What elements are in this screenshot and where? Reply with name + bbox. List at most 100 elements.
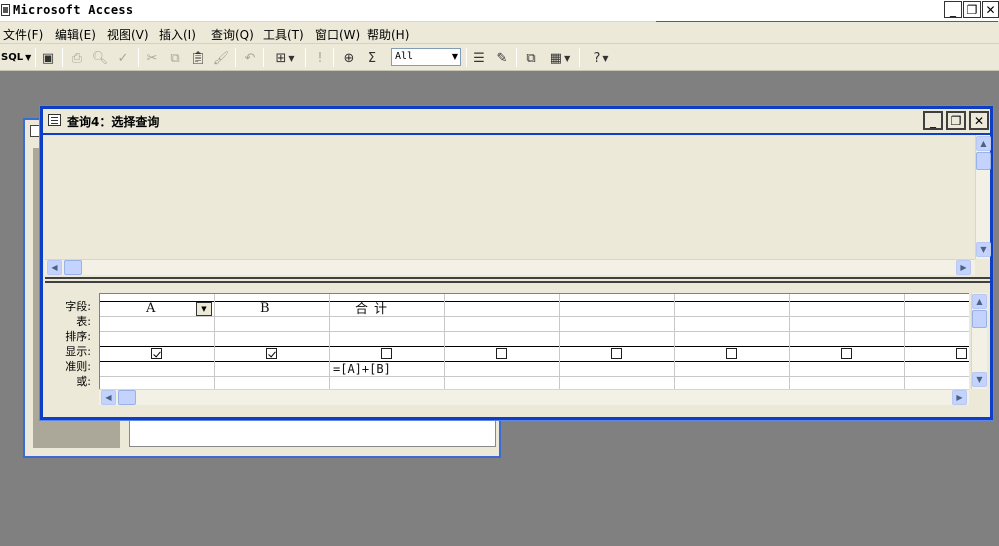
- grid-row-line: [100, 316, 969, 317]
- print-icon[interactable]: ⎙: [67, 48, 87, 68]
- grid-column-line: [444, 294, 445, 389]
- toolbar-separator: [305, 48, 306, 67]
- menu-query[interactable]: 查询(Q): [211, 26, 254, 43]
- query-icon[interactable]: [48, 114, 61, 126]
- grid-column-line: [559, 294, 560, 389]
- spellcheck-icon[interactable]: ✓: [113, 48, 133, 68]
- show-checkbox-8[interactable]: [956, 348, 967, 359]
- scroll-thumb[interactable]: [64, 260, 82, 275]
- menu-edit[interactable]: 编辑(E): [55, 26, 96, 43]
- scroll-thumb[interactable]: [118, 390, 136, 405]
- show-checkbox-3[interactable]: [381, 348, 392, 359]
- field-cell-1[interactable]: A: [146, 301, 155, 316]
- undo-icon[interactable]: ↶: [240, 48, 260, 68]
- query-design-toolbar: SQL ▼ ▣ ⎙ 🔍︎ ✓ ✂ ⧉ 📋︎ 🖌︎ ↶ ⊞ ▼ ! ⊕ Σ ☰ ✎ ⧉…: [0, 44, 999, 71]
- scroll-up-icon[interactable]: ▲: [976, 136, 991, 151]
- grid-column-line: [904, 294, 905, 389]
- menu-window[interactable]: 窗口(W): [315, 26, 360, 43]
- table-pane[interactable]: ▲ ▼ ◀ ▶: [45, 135, 991, 275]
- query-close-button[interactable]: ✕: [969, 111, 989, 130]
- toolbar-separator: [466, 48, 467, 67]
- row-label-sort: 排序:: [65, 330, 91, 343]
- scroll-right-icon[interactable]: ▶: [956, 260, 971, 275]
- top-values-value: All: [395, 51, 414, 62]
- new-object-icon[interactable]: ▦ ▼: [544, 48, 576, 68]
- database-window-icon[interactable]: ⧉: [521, 48, 541, 68]
- scroll-up-icon[interactable]: ▲: [972, 294, 987, 309]
- toolbar-separator: [263, 48, 264, 67]
- chevron-down-icon: ▼: [564, 53, 571, 63]
- help-icon[interactable]: ? ▼: [585, 48, 617, 68]
- query-window-title-bar[interactable]: 查询4：选择查询 _ ❐ ✕: [43, 109, 990, 133]
- show-checkbox-6[interactable]: [726, 348, 737, 359]
- grid-column-line: [789, 294, 790, 389]
- show-table-icon[interactable]: ⊕: [339, 48, 359, 68]
- pane-splitter[interactable]: [45, 277, 990, 283]
- scroll-thumb[interactable]: [972, 310, 987, 328]
- row-label-criteria: 准则:: [65, 360, 91, 373]
- table-pane-horizontal-scrollbar[interactable]: ◀ ▶: [45, 259, 975, 275]
- criteria-cell-3[interactable]: =[A]+[B]: [333, 362, 391, 376]
- scroll-down-icon[interactable]: ▼: [976, 242, 991, 257]
- scroll-right-icon[interactable]: ▶: [952, 390, 967, 405]
- field-cell-2[interactable]: B: [260, 301, 270, 316]
- query-design-grid[interactable]: A ▼ B 合计 =[A]+[B]: [99, 293, 969, 389]
- row-label-show: 显示:: [65, 345, 91, 358]
- show-checkbox-4[interactable]: [496, 348, 507, 359]
- format-painter-icon[interactable]: 🖌︎: [211, 48, 231, 68]
- app-close-button[interactable]: ✕: [982, 1, 999, 18]
- grid-vertical-scrollbar[interactable]: ▲ ▼: [971, 293, 987, 389]
- grid-column-line: [674, 294, 675, 389]
- show-checkbox-5[interactable]: [611, 348, 622, 359]
- menu-tools[interactable]: 工具(T): [263, 26, 304, 43]
- grid-horizontal-scrollbar[interactable]: ◀ ▶: [99, 389, 969, 405]
- cut-icon[interactable]: ✂: [142, 48, 162, 68]
- toolbar-separator: [35, 48, 36, 67]
- menu-view[interactable]: 视图(V): [107, 26, 149, 43]
- app-restore-button[interactable]: ❐: [963, 1, 981, 18]
- scroll-down-icon[interactable]: ▼: [972, 372, 987, 387]
- app-title-bar: Microsoft Access _ ❐ ✕: [0, 0, 999, 22]
- chevron-down-icon[interactable]: ▼: [452, 52, 458, 61]
- app-minimize-button[interactable]: _: [944, 1, 962, 18]
- chevron-down-icon: ▼: [25, 53, 32, 62]
- menu-insert[interactable]: 插入(I): [159, 26, 196, 43]
- view-button-label: SQL: [1, 52, 24, 63]
- grid-column-line: [329, 294, 330, 389]
- access-app-icon[interactable]: [1, 4, 10, 16]
- chevron-down-icon[interactable]: ▼: [196, 302, 212, 316]
- query-type-icon[interactable]: ⊞ ▼: [269, 48, 301, 68]
- query-minimize-button[interactable]: _: [923, 111, 943, 130]
- menu-help[interactable]: 帮助(H): [367, 26, 409, 43]
- row-label-field: 字段:: [65, 300, 91, 313]
- grid-row-line: [100, 346, 969, 347]
- table-pane-vertical-scrollbar[interactable]: ▲ ▼: [975, 135, 991, 259]
- paste-icon[interactable]: 📋︎: [188, 48, 208, 68]
- toolbar-separator: [235, 48, 236, 67]
- design-grid-pane: 字段: 表: 排序: 显示: 准则: 或: A ▼ B 合计 =[A]+[B] …: [45, 285, 990, 409]
- build-icon[interactable]: ✎: [492, 48, 512, 68]
- top-values-combo[interactable]: All ▼: [391, 48, 461, 66]
- show-checkbox-7[interactable]: [841, 348, 852, 359]
- field-cell-3[interactable]: 合计: [355, 298, 393, 317]
- toolbar-separator: [138, 48, 139, 67]
- scroll-left-icon[interactable]: ◀: [47, 260, 62, 275]
- save-icon[interactable]: ▣: [38, 48, 58, 68]
- totals-icon[interactable]: Σ: [362, 48, 382, 68]
- print-preview-icon[interactable]: 🔍︎: [90, 48, 110, 68]
- properties-icon[interactable]: ☰: [469, 48, 489, 68]
- run-icon[interactable]: !: [310, 48, 330, 68]
- menu-file[interactable]: 文件(F): [3, 26, 43, 43]
- query-restore-button[interactable]: ❐: [946, 111, 966, 130]
- row-label-or: 或:: [76, 375, 91, 388]
- scroll-left-icon[interactable]: ◀: [101, 390, 116, 405]
- copy-icon[interactable]: ⧉: [165, 48, 185, 68]
- scroll-thumb[interactable]: [976, 152, 991, 170]
- show-checkbox-2[interactable]: [266, 348, 277, 359]
- grid-column-line: [214, 294, 215, 389]
- grid-row-line: [100, 376, 969, 377]
- view-button[interactable]: SQL ▼: [1, 52, 31, 63]
- query-design-window: 查询4：选择查询 _ ❐ ✕ ▲ ▼ ◀ ▶ 字段: 表: 排序: 显示: 准则…: [40, 106, 993, 420]
- app-title: Microsoft Access: [13, 3, 134, 17]
- show-checkbox-1[interactable]: [151, 348, 162, 359]
